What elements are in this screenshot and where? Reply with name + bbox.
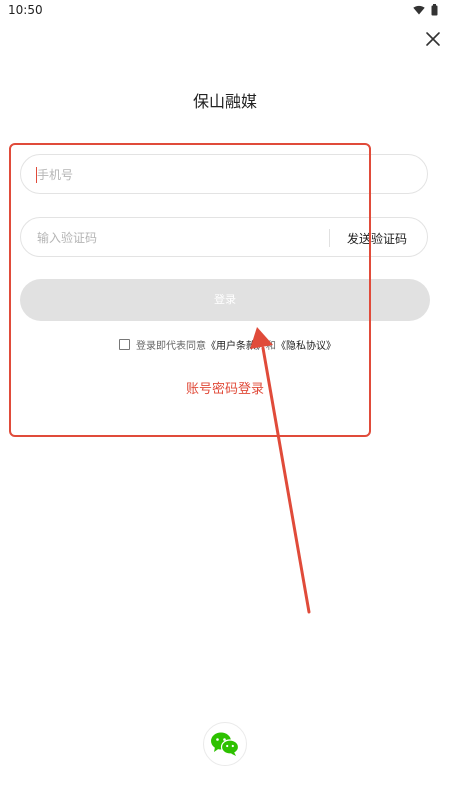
verification-code-input[interactable] — [35, 218, 319, 258]
close-icon — [426, 32, 440, 46]
phone-field[interactable] — [20, 154, 428, 195]
battery-icon — [431, 4, 438, 16]
phone-input[interactable] — [35, 155, 409, 195]
wechat-login-button[interactable] — [203, 722, 247, 766]
login-button[interactable]: 登录 — [20, 279, 430, 321]
wechat-icon — [211, 732, 240, 756]
code-divider — [329, 229, 330, 247]
agreement-text: 登录即代表同意 — [136, 341, 206, 352]
wifi-icon — [413, 5, 425, 15]
account-password-login-link[interactable]: 账号密码登录 — [0, 378, 450, 397]
annotation-arrow — [250, 327, 311, 614]
app-title: 保山融媒 — [192, 92, 257, 111]
status-time: 10:50 — [8, 3, 43, 17]
agreement-checkbox[interactable] — [119, 339, 130, 350]
agreement-row: 登录即代表同意 《用户条款》 和 《隐私协议》 — [119, 337, 336, 352]
text-caret — [36, 167, 37, 183]
close-button[interactable] — [422, 28, 444, 50]
status-icons — [413, 4, 438, 16]
send-code-button[interactable]: 发送验证码 — [347, 230, 407, 247]
verification-code-field[interactable]: 发送验证码 — [20, 217, 428, 258]
status-bar: 10:50 — [0, 0, 450, 22]
user-terms-link[interactable]: 《用户条款》 — [206, 337, 266, 352]
privacy-policy-link[interactable]: 《隐私协议》 — [276, 337, 336, 352]
agreement-and: 和 — [266, 341, 276, 352]
